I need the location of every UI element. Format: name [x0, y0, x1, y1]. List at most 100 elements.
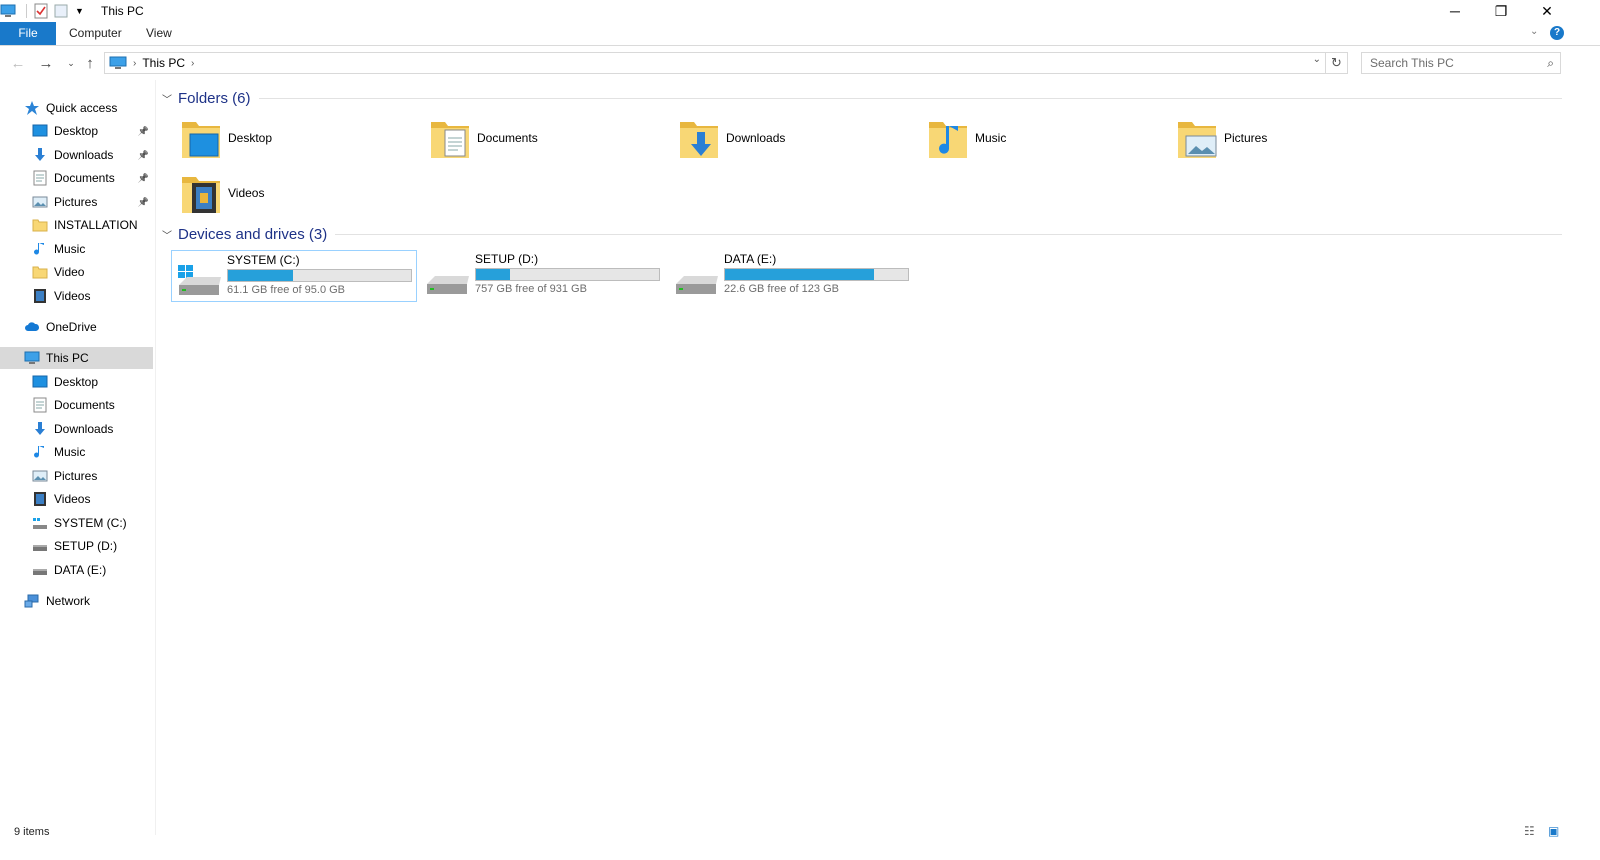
sidebar-item-downloads[interactable]: Downloads	[0, 418, 153, 440]
sidebar-item-pictures[interactable]: Pictures 📌	[0, 191, 153, 213]
folder-tile-pictures[interactable]: Pictures	[1176, 112, 1267, 164]
sidebar-item-video[interactable]: Video	[0, 261, 153, 283]
computer-icon[interactable]	[0, 3, 16, 19]
folder-tile-videos[interactable]: Videos	[180, 167, 264, 219]
sidebar-item-label: Pictures	[54, 195, 98, 209]
customize-toolbar-icon[interactable]: ▼	[75, 6, 84, 16]
back-button[interactable]: ←	[8, 54, 28, 72]
sidebar-item-videos[interactable]: Videos	[0, 488, 153, 510]
close-button[interactable]: ✕	[1524, 0, 1570, 22]
tab-computer[interactable]: Computer	[55, 22, 136, 45]
address-dropdown-icon[interactable]: ⌄	[1313, 54, 1321, 65]
drive-name: DATA (E:)	[724, 252, 777, 266]
folders-group-title: Folders (6)	[178, 90, 251, 107]
drive-name: SETUP (D:)	[475, 252, 539, 266]
restore-button[interactable]: ❐	[1478, 0, 1524, 22]
sidebar-item-music[interactable]: Music	[0, 441, 153, 463]
sidebar-item-installation[interactable]: INSTALLATION	[0, 214, 153, 236]
drive-tile-system-c[interactable]: SYSTEM (C:) 61.1 GB free of 95.0 GB	[171, 250, 417, 302]
sidebar-item-documents[interactable]: Documents	[0, 394, 153, 416]
sidebar-item-pictures[interactable]: Pictures	[0, 465, 153, 487]
pictures-icon	[32, 470, 48, 482]
computer-icon	[109, 56, 127, 69]
sidebar-item-data-e[interactable]: DATA (E:)	[0, 559, 153, 581]
recent-locations-icon[interactable]: ⌄	[61, 54, 81, 72]
title-bar: ▼ This PC ─ ❐ ✕	[0, 0, 1600, 22]
sidebar-item-label: INSTALLATION	[54, 218, 138, 232]
sidebar-item-label: Pictures	[54, 469, 98, 483]
address-bar[interactable]: › This PC › ⌄ ↻	[104, 52, 1348, 74]
folder-tile-desktop[interactable]: Desktop	[180, 112, 272, 164]
sidebar-item-onedrive[interactable]: OneDrive	[0, 316, 153, 338]
breadcrumb-this-pc[interactable]: This PC	[142, 56, 185, 70]
large-icons-view-icon[interactable]: ▣	[1548, 824, 1559, 838]
sidebar-item-videos[interactable]: Videos	[0, 285, 153, 307]
folder-label: Documents	[477, 131, 538, 145]
sidebar-item-documents[interactable]: Documents 📌	[0, 167, 153, 189]
sidebar-item-desktop[interactable]: Desktop	[0, 371, 153, 393]
drive-icon	[676, 276, 718, 294]
breadcrumb-separator[interactable]: ›	[191, 58, 194, 69]
folders-group-header[interactable]: ﹀ Folders (6)	[162, 90, 1562, 107]
sidebar-item-label: OneDrive	[46, 320, 97, 334]
chevron-down-icon[interactable]: ﹀	[162, 91, 172, 106]
drives-group-title: Devices and drives (3)	[178, 226, 328, 243]
drive-tile-setup-d[interactable]: SETUP (D:) 757 GB free of 931 GB	[420, 250, 666, 302]
refresh-button[interactable]: ↻	[1325, 53, 1347, 73]
sidebar-item-network[interactable]: Network	[0, 590, 153, 612]
sidebar-item-label: SYSTEM (C:)	[54, 516, 127, 530]
sidebar-item-label: Desktop	[54, 124, 99, 138]
breadcrumb: › This PC ›	[105, 56, 194, 70]
folder-label: Pictures	[1224, 131, 1268, 145]
system-drive-icon	[178, 265, 221, 295]
sidebar-item-label: DATA (E:)	[54, 563, 107, 577]
search-input[interactable]: Search This PC ⌕	[1361, 52, 1561, 74]
forward-button[interactable]: →	[36, 54, 56, 72]
expand-ribbon-icon[interactable]: ⌄	[1530, 26, 1538, 37]
sidebar-item-label: Videos	[54, 289, 91, 303]
tab-file[interactable]: File	[0, 22, 56, 45]
properties-icon[interactable]	[33, 3, 49, 19]
folder-tile-downloads[interactable]: Downloads	[678, 112, 785, 164]
documents-icon	[33, 170, 47, 186]
documents-folder-icon	[431, 122, 469, 158]
folder-label: Music	[975, 131, 1007, 145]
pictures-folder-icon	[1178, 122, 1217, 158]
address-row: ← → ⌄ ↑ › This PC › ⌄ ↻ Search This PC ⌕	[0, 46, 1600, 79]
sidebar-item-label: Documents	[54, 171, 115, 185]
sidebar-item-setup-d[interactable]: SETUP (D:)	[0, 535, 153, 557]
search-placeholder: Search This PC	[1370, 56, 1454, 70]
new-folder-icon[interactable]	[53, 3, 69, 19]
details-view-icon[interactable]: ☷	[1524, 824, 1535, 838]
sidebar-item-label: Music	[54, 242, 86, 256]
system-drive-icon	[33, 518, 47, 529]
drive-name: SYSTEM (C:)	[227, 253, 300, 267]
pin-icon: 📌	[137, 149, 149, 160]
help-icon[interactable]: ?	[1550, 26, 1564, 40]
drive-tile-data-e[interactable]: DATA (E:) 22.6 GB free of 123 GB	[669, 250, 915, 302]
window-title: This PC	[101, 4, 144, 18]
sidebar-item-system-c[interactable]: SYSTEM (C:)	[0, 512, 153, 534]
minimize-button[interactable]: ─	[1432, 0, 1478, 22]
sidebar-item-this-pc[interactable]: This PC	[0, 347, 153, 369]
main-content: ﹀ Folders (6) Desktop Documents Downloads M…	[158, 80, 1600, 835]
sidebar-item-label: SETUP (D:)	[54, 539, 118, 553]
tab-view[interactable]: View	[132, 22, 186, 45]
drives-group-header[interactable]: ﹀ Devices and drives (3)	[162, 226, 1562, 243]
sidebar-item-desktop[interactable]: Desktop 📌	[0, 120, 153, 142]
folder-tile-documents[interactable]: Documents	[429, 112, 538, 164]
sidebar-item-music[interactable]: Music	[0, 238, 153, 260]
breadcrumb-separator: ›	[133, 57, 137, 69]
folder-icon	[32, 266, 48, 279]
folder-tile-music[interactable]: Music	[927, 112, 1006, 164]
drive-usage-bar	[724, 268, 909, 281]
sidebar-item-quick-access[interactable]: Quick access	[0, 97, 153, 119]
cloud-icon	[25, 322, 40, 331]
downloads-folder-icon	[680, 122, 718, 158]
chevron-down-icon[interactable]: ﹀	[162, 227, 172, 242]
drive-usage-fill	[228, 270, 294, 281]
sidebar-item-downloads[interactable]: Downloads 📌	[0, 144, 153, 166]
up-button[interactable]: ↑	[80, 54, 100, 72]
sidebar-item-label: Downloads	[54, 422, 114, 436]
drive-icon	[427, 276, 469, 294]
